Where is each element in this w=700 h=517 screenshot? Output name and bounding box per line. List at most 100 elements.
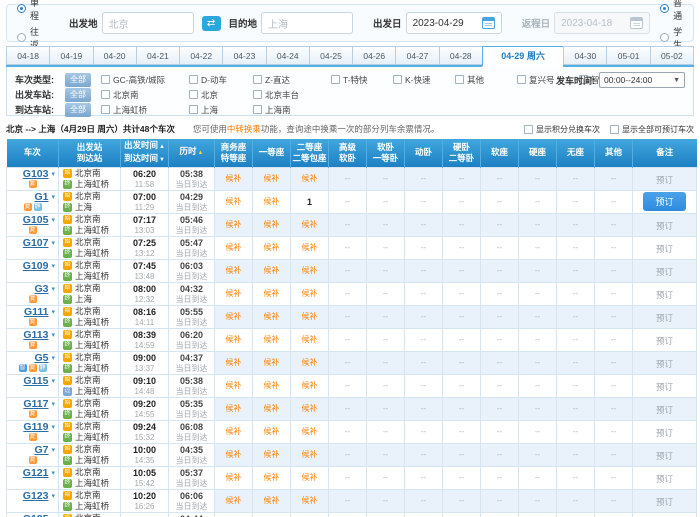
checkbox-icon[interactable] (455, 75, 464, 84)
expand-caret-icon[interactable]: ▾ (51, 399, 55, 410)
seat-cell[interactable]: 候补 (215, 328, 253, 351)
expand-caret-icon[interactable]: ▾ (51, 238, 55, 249)
seat-cell[interactable]: 候补 (253, 397, 291, 420)
train-number-link[interactable]: G103 (23, 169, 49, 180)
checkbox-icon[interactable] (101, 90, 110, 99)
seat-cell[interactable]: 候补 (215, 190, 253, 213)
seat-cell[interactable]: 候补 (253, 190, 291, 213)
date-tab-04-24[interactable]: 04-24 (266, 46, 309, 65)
seat-cell[interactable]: 候补 (253, 374, 291, 397)
seat-cell[interactable]: 候补 (291, 305, 329, 328)
seat-cell[interactable]: 候补 (253, 443, 291, 466)
date-tab-04-22[interactable]: 04-22 (179, 46, 222, 65)
date-tab-04-30[interactable]: 04-30 (563, 46, 606, 65)
filter-option[interactable]: 其他 (455, 74, 517, 86)
col-header[interactable]: 出发时间▲到达时间▼ (121, 139, 169, 167)
train-number-link[interactable]: G121 (23, 468, 49, 479)
filter-option[interactable]: 上海南 (253, 104, 331, 116)
expand-caret-icon[interactable]: ▾ (51, 215, 55, 226)
show-points-trains-checkbox[interactable]: 显示积分兑换车次 (524, 124, 600, 135)
checkbox-icon[interactable] (101, 105, 110, 114)
seat-cell[interactable]: 候补 (253, 213, 291, 236)
filter-option[interactable]: 上海 (189, 104, 253, 116)
seat-cell[interactable]: 候补 (291, 443, 329, 466)
seat-cell[interactable]: 候补 (215, 397, 253, 420)
filter-option[interactable]: 上海虹桥 (101, 104, 189, 116)
date-tab-05-01[interactable]: 05-01 (606, 46, 649, 65)
checkbox-icon[interactable] (253, 105, 262, 114)
radio-icon[interactable] (17, 33, 26, 42)
checkbox-icon[interactable] (189, 90, 198, 99)
seat-cell[interactable]: 候补 (215, 213, 253, 236)
seat-cell[interactable]: 候补 (291, 351, 329, 374)
seat-cell[interactable]: 候补 (215, 512, 253, 517)
seat-cell[interactable]: 候补 (253, 489, 291, 512)
radio-icon[interactable] (660, 4, 669, 13)
seat-cell[interactable]: 候补 (215, 282, 253, 305)
transfer-link[interactable]: 中转换乘 (227, 124, 261, 134)
train-number-link[interactable]: G111 (24, 307, 49, 318)
train-number-link[interactable]: G1 (34, 192, 48, 203)
all-badge[interactable]: 全部 (65, 73, 91, 87)
train-number-link[interactable]: G125 (23, 514, 49, 517)
seat-cell[interactable]: 候补 (215, 466, 253, 489)
date-tab-04-27[interactable]: 04-27 (395, 46, 438, 65)
seat-cell[interactable]: 候补 (253, 236, 291, 259)
date-tab-05-02[interactable]: 05-02 (650, 46, 694, 65)
expand-caret-icon[interactable]: ▾ (51, 422, 55, 433)
train-number-link[interactable]: G107 (23, 238, 49, 249)
checkbox-icon[interactable] (189, 105, 198, 114)
expand-caret-icon[interactable]: ▾ (51, 192, 55, 203)
date-tab-04-28[interactable]: 04-28 (439, 46, 482, 65)
date-tab-04-18[interactable]: 04-18 (6, 46, 49, 65)
date-tab-04-23[interactable]: 04-23 (222, 46, 265, 65)
seat-cell[interactable]: 候补 (291, 489, 329, 512)
sort-arrow-icon[interactable]: ▼ (159, 157, 165, 163)
seat-cell[interactable]: 候补 (215, 167, 253, 190)
filter-option[interactable]: K-快速 (393, 74, 455, 86)
seat-cell[interactable]: 候补 (253, 282, 291, 305)
one-way-radio[interactable]: 单程 (17, 0, 39, 22)
expand-caret-icon[interactable]: ▾ (51, 261, 55, 272)
sort-arrow-icon[interactable]: ▲ (159, 144, 165, 150)
seat-cell[interactable]: 候补 (253, 328, 291, 351)
filter-option[interactable]: 北京南 (101, 89, 189, 101)
checkbox-icon[interactable] (189, 75, 198, 84)
show-all-bookable-checkbox[interactable]: 显示全部可预订车次 (610, 124, 694, 135)
seat-cell[interactable]: 候补 (291, 397, 329, 420)
checkbox-icon[interactable] (253, 90, 262, 99)
date-tab-04-29[interactable]: 04-29 周六 (482, 46, 563, 67)
date-tab-04-21[interactable]: 04-21 (136, 46, 179, 65)
seat-cell[interactable]: 候补 (291, 420, 329, 443)
train-number-link[interactable]: G117 (23, 399, 48, 410)
expand-caret-icon[interactable]: ▾ (51, 468, 55, 479)
train-number-link[interactable]: G7 (34, 445, 48, 456)
seat-cell[interactable]: 候补 (253, 420, 291, 443)
depart-time-select[interactable]: 00:00--24:00 ▼ (599, 72, 685, 88)
checkbox-icon[interactable] (101, 75, 110, 84)
seat-cell[interactable]: 候补 (291, 466, 329, 489)
expand-caret-icon[interactable]: ▾ (51, 353, 55, 364)
checkbox-icon[interactable] (610, 125, 619, 134)
filter-option[interactable]: T-特快 (331, 74, 393, 86)
date-tab-04-19[interactable]: 04-19 (49, 46, 92, 65)
date-tab-04-20[interactable]: 04-20 (93, 46, 136, 65)
seat-cell[interactable]: 候补 (215, 259, 253, 282)
checkbox-icon[interactable] (331, 75, 340, 84)
filter-option[interactable]: GC-高铁/城际 (101, 74, 189, 86)
seat-cell[interactable]: 候补 (291, 167, 329, 190)
train-number-link[interactable]: G123 (23, 491, 49, 502)
expand-caret-icon[interactable]: ▾ (51, 307, 55, 318)
seat-cell[interactable]: 候补 (215, 374, 253, 397)
expand-caret-icon[interactable]: ▾ (51, 169, 55, 180)
depart-date-input[interactable]: 2023-04-29 (406, 12, 502, 34)
checkbox-icon[interactable] (253, 75, 262, 84)
seat-cell[interactable]: 候补 (291, 374, 329, 397)
seat-cell[interactable]: 候补 (291, 512, 329, 517)
filter-option[interactable]: Z-直达 (253, 74, 331, 86)
seat-cell[interactable]: 候补 (215, 351, 253, 374)
train-number-link[interactable]: G113 (23, 330, 48, 341)
calendar-icon[interactable] (482, 17, 495, 29)
seat-cell[interactable]: 候补 (291, 213, 329, 236)
train-number-link[interactable]: G119 (23, 422, 48, 433)
